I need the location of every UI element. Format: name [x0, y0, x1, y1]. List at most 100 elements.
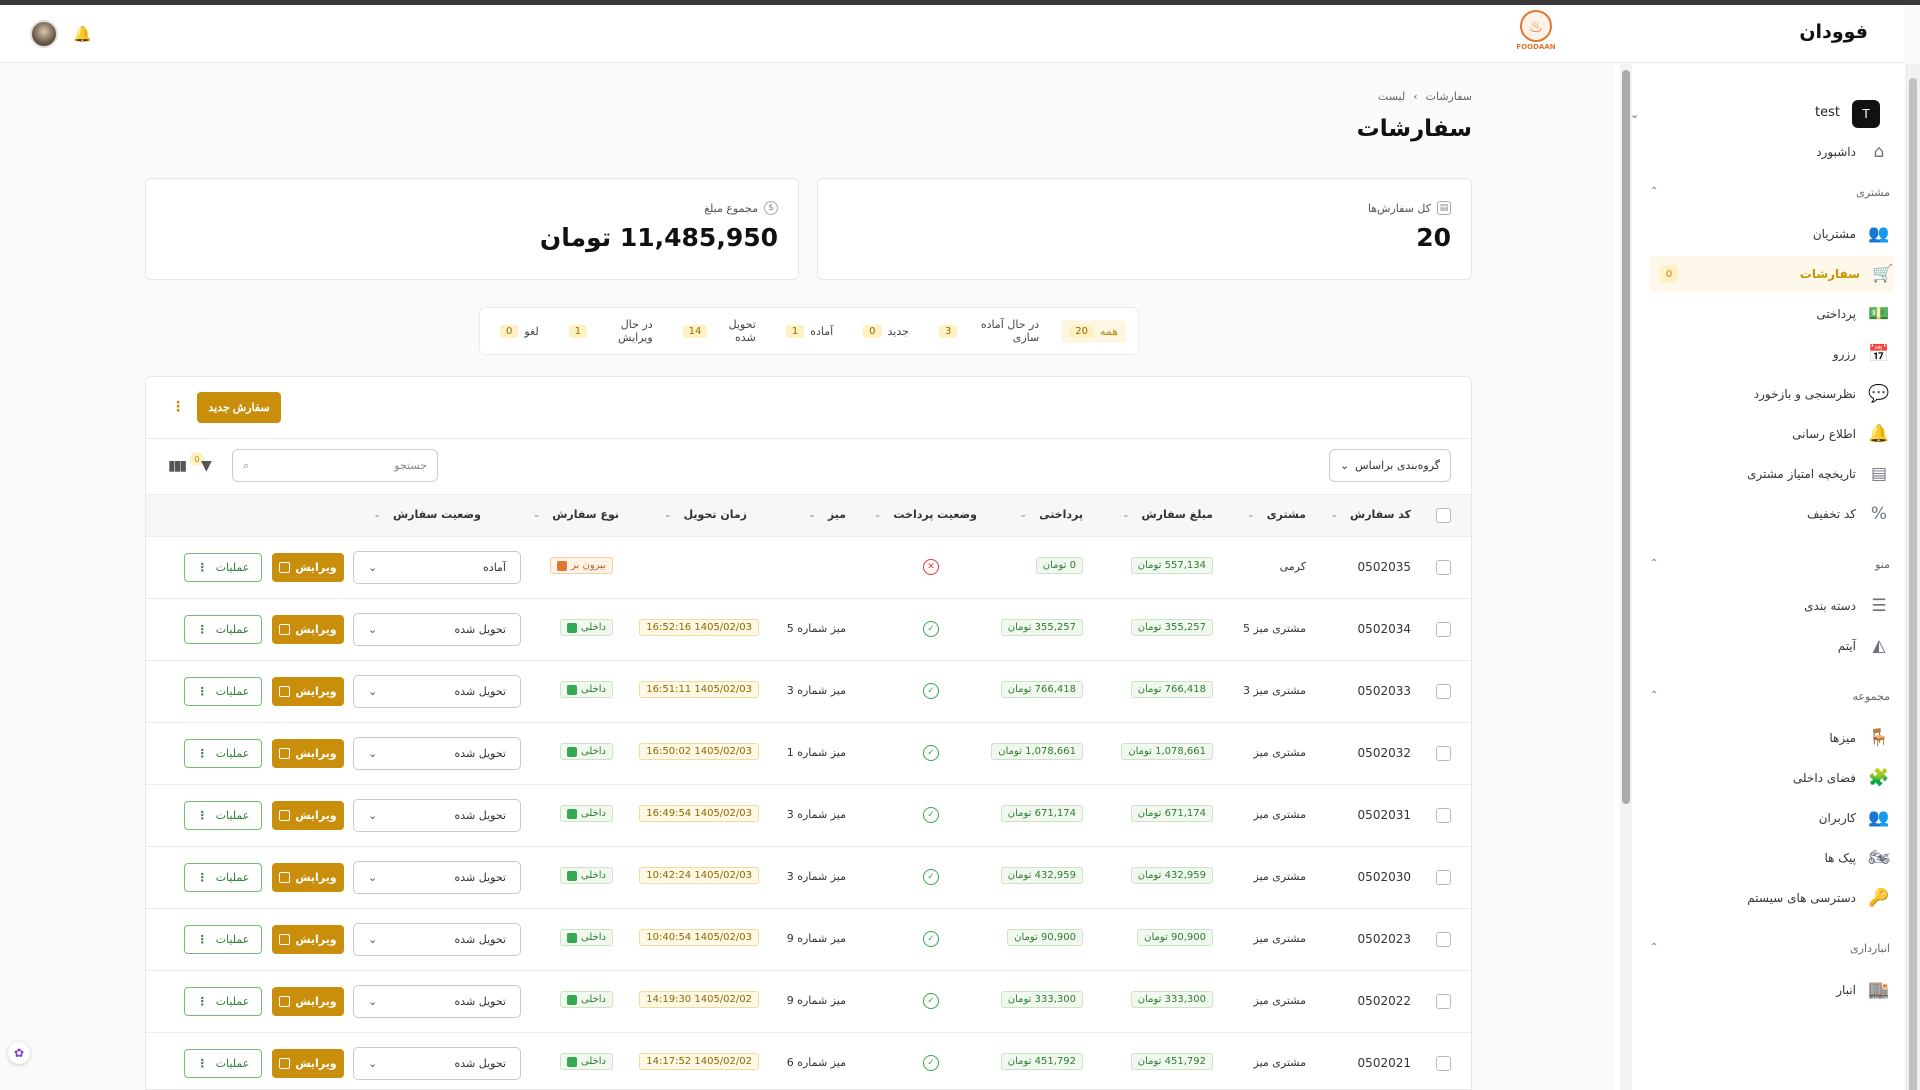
new-order-button[interactable]: سفارش جدید: [197, 392, 281, 423]
row-checkbox[interactable]: [1436, 746, 1451, 761]
status-filter-chip[interactable]: تحویل شده 14: [675, 313, 764, 349]
order-amount: 90,900 تومان: [1137, 929, 1213, 946]
status-filter-chip[interactable]: در حال آماده سازی 3: [931, 313, 1047, 349]
col-header-customer[interactable]: مشتری ⌄: [1247, 508, 1306, 521]
sidebar-item-chat[interactable]: 💬 نظرسنجی و بازخورد: [1650, 376, 1890, 412]
col-header-table[interactable]: میز ⌄: [808, 508, 846, 521]
status-filter-chip[interactable]: لغو 0: [492, 320, 547, 343]
edit-button[interactable]: ویرایش: [272, 615, 344, 644]
user-switcher[interactable]: T test ⌄: [1630, 100, 1880, 132]
order-type-badge: داخلی: [559, 991, 613, 1008]
row-checkbox[interactable]: [1436, 622, 1451, 637]
sidebar-item-percent[interactable]: % کد تخفیف: [1650, 496, 1890, 532]
pizza-icon: ◭: [1872, 636, 1886, 656]
order-status-select[interactable]: تحویل شده ⌄: [353, 799, 521, 832]
col-header-order-status[interactable]: وضعیت سفارش ⌄: [373, 508, 481, 521]
sidebar-scrollbar[interactable]: [1906, 64, 1920, 1090]
order-status-select[interactable]: تحویل شده ⌄: [353, 1047, 521, 1080]
sidebar-item-users[interactable]: 👥 مشتریان: [1650, 216, 1890, 252]
status-filter-chip[interactable]: در حال ویرایش 1: [561, 313, 661, 349]
edit-button[interactable]: ویرایش: [272, 987, 344, 1016]
col-header-code[interactable]: کد سفارش ⌄: [1330, 508, 1411, 521]
filter-icon[interactable]: ▼: [201, 458, 212, 474]
row-checkbox[interactable]: [1436, 684, 1451, 699]
sidebar-item-list[interactable]: ☰ دسته بندی: [1650, 588, 1890, 624]
edit-button[interactable]: ویرایش: [272, 863, 344, 892]
edit-button[interactable]: ویرایش: [272, 677, 344, 706]
columns-icon[interactable]: ▮▮▮: [168, 458, 187, 474]
operations-button[interactable]: عملیات ⋮: [184, 553, 262, 582]
operations-button[interactable]: عملیات ⋮: [184, 801, 262, 830]
order-delivery-time: 1405/02/03 16:52:16: [639, 619, 759, 636]
cart-icon: 🛒: [1872, 264, 1894, 284]
col-header-delivery-time[interactable]: زمان تحویل ⌄: [664, 508, 747, 521]
sidebar-section-header[interactable]: مشتری ⌃: [1650, 186, 1890, 206]
operations-button[interactable]: عملیات ⋮: [184, 677, 262, 706]
operations-button[interactable]: عملیات ⋮: [184, 987, 262, 1016]
status-filter-chip[interactable]: آماده 1: [778, 320, 841, 343]
sidebar-item-bell[interactable]: 🔔 اطلاع رسانی: [1650, 416, 1890, 452]
sidebar-section-header[interactable]: مجموعه ⌃: [1650, 690, 1890, 710]
scrollbar-thumb[interactable]: [1622, 70, 1630, 804]
order-status-value: تحویل شده: [454, 747, 507, 760]
status-filter-chip[interactable]: جدید 0: [855, 320, 917, 343]
sidebar-item-home[interactable]: ⌂ داشبورد: [1650, 134, 1890, 170]
col-header-payment-status[interactable]: وضعیت پرداخت ⌄: [874, 508, 977, 521]
order-status-select[interactable]: تحویل شده ⌄: [353, 861, 521, 894]
sidebar-item-users[interactable]: 👥 کاربران: [1650, 800, 1890, 836]
main-scrollbar[interactable]: [1620, 64, 1632, 1090]
col-header-paid[interactable]: پرداختی ⌄: [1020, 508, 1083, 521]
sidebar-item-motorcycle[interactable]: 🏍 پیک ها: [1650, 840, 1890, 876]
group-by-select[interactable]: گروه‌بندی براساس ⌄: [1329, 449, 1451, 482]
order-status-select[interactable]: تحویل شده ⌄: [353, 923, 521, 956]
sidebar-section-header[interactable]: منو ⌃: [1650, 558, 1890, 578]
row-checkbox[interactable]: [1436, 808, 1451, 823]
chevron-down-icon: ⌄: [1340, 459, 1350, 472]
app-logo[interactable]: ♨ FOODAAN: [1513, 10, 1559, 60]
operations-button[interactable]: عملیات ⋮: [184, 863, 262, 892]
sidebar-item-calendar[interactable]: 📅 رزرو: [1650, 336, 1890, 372]
sidebar-item-chair[interactable]: 🪑 میزها: [1650, 720, 1890, 756]
sidebar-item-money[interactable]: 💵 پرداختی: [1650, 296, 1890, 332]
sidebar-item-warehouse[interactable]: 🏬 انبار: [1650, 972, 1890, 1008]
sidebar-section-header[interactable]: انبارداری ⌃: [1650, 942, 1890, 962]
bell-icon[interactable]: 🔔: [73, 25, 92, 43]
sidebar-item-pizza[interactable]: ◭ آیتم: [1650, 628, 1890, 664]
status-filter-label: تحویل شده: [728, 318, 756, 344]
operations-button[interactable]: عملیات ⋮: [184, 739, 262, 768]
scrollbar-thumb[interactable]: [1909, 78, 1917, 1090]
row-checkbox[interactable]: [1436, 1056, 1451, 1071]
edit-button[interactable]: ویرایش: [272, 553, 344, 582]
order-status-select[interactable]: آماده ⌄: [353, 551, 521, 584]
col-header-order-type[interactable]: نوع سفارش ⌄: [533, 508, 619, 521]
sidebar-item-cart[interactable]: 🛒 سفارشات 0: [1650, 256, 1894, 292]
search-input[interactable]: جستجو ⌕: [232, 449, 438, 482]
select-all-checkbox[interactable]: [1436, 508, 1451, 523]
sidebar-item-archive[interactable]: ▤ تاریخچه امتیاز مشتری: [1650, 456, 1890, 492]
order-status-select[interactable]: تحویل شده ⌄: [353, 613, 521, 646]
edit-button[interactable]: ویرایش: [272, 1049, 344, 1078]
sidebar-item-puzzle[interactable]: 🧩 فضای داخلی: [1650, 760, 1890, 796]
row-checkbox[interactable]: [1436, 560, 1451, 575]
sidebar-item-key[interactable]: 🔑 دسترسی های سیستم: [1650, 880, 1890, 916]
order-status-select[interactable]: تحویل شده ⌄: [353, 675, 521, 708]
assistant-bubble-icon[interactable]: ✿: [8, 1042, 30, 1064]
edit-button[interactable]: ویرایش: [272, 801, 344, 830]
operations-button[interactable]: عملیات ⋮: [184, 1049, 262, 1078]
row-checkbox[interactable]: [1436, 870, 1451, 885]
col-header-amount[interactable]: مبلغ سفارش ⌄: [1122, 508, 1213, 521]
breadcrumb-root[interactable]: سفارشات: [1426, 90, 1472, 103]
row-checkbox[interactable]: [1436, 932, 1451, 947]
operations-button[interactable]: عملیات ⋮: [184, 925, 262, 954]
row-checkbox[interactable]: [1436, 994, 1451, 1009]
more-options-icon[interactable]: ⋮: [171, 399, 185, 415]
edit-button[interactable]: ویرایش: [272, 925, 344, 954]
operations-button[interactable]: عملیات ⋮: [184, 615, 262, 644]
order-status-select[interactable]: تحویل شده ⌄: [353, 985, 521, 1018]
order-type-badge: داخلی: [559, 1053, 613, 1070]
order-type-label: بیرون بر: [571, 560, 606, 571]
user-avatar[interactable]: [30, 20, 58, 48]
edit-button[interactable]: ویرایش: [272, 739, 344, 768]
status-filter-chip[interactable]: همه 20: [1061, 319, 1126, 343]
order-status-select[interactable]: تحویل شده ⌄: [353, 737, 521, 770]
